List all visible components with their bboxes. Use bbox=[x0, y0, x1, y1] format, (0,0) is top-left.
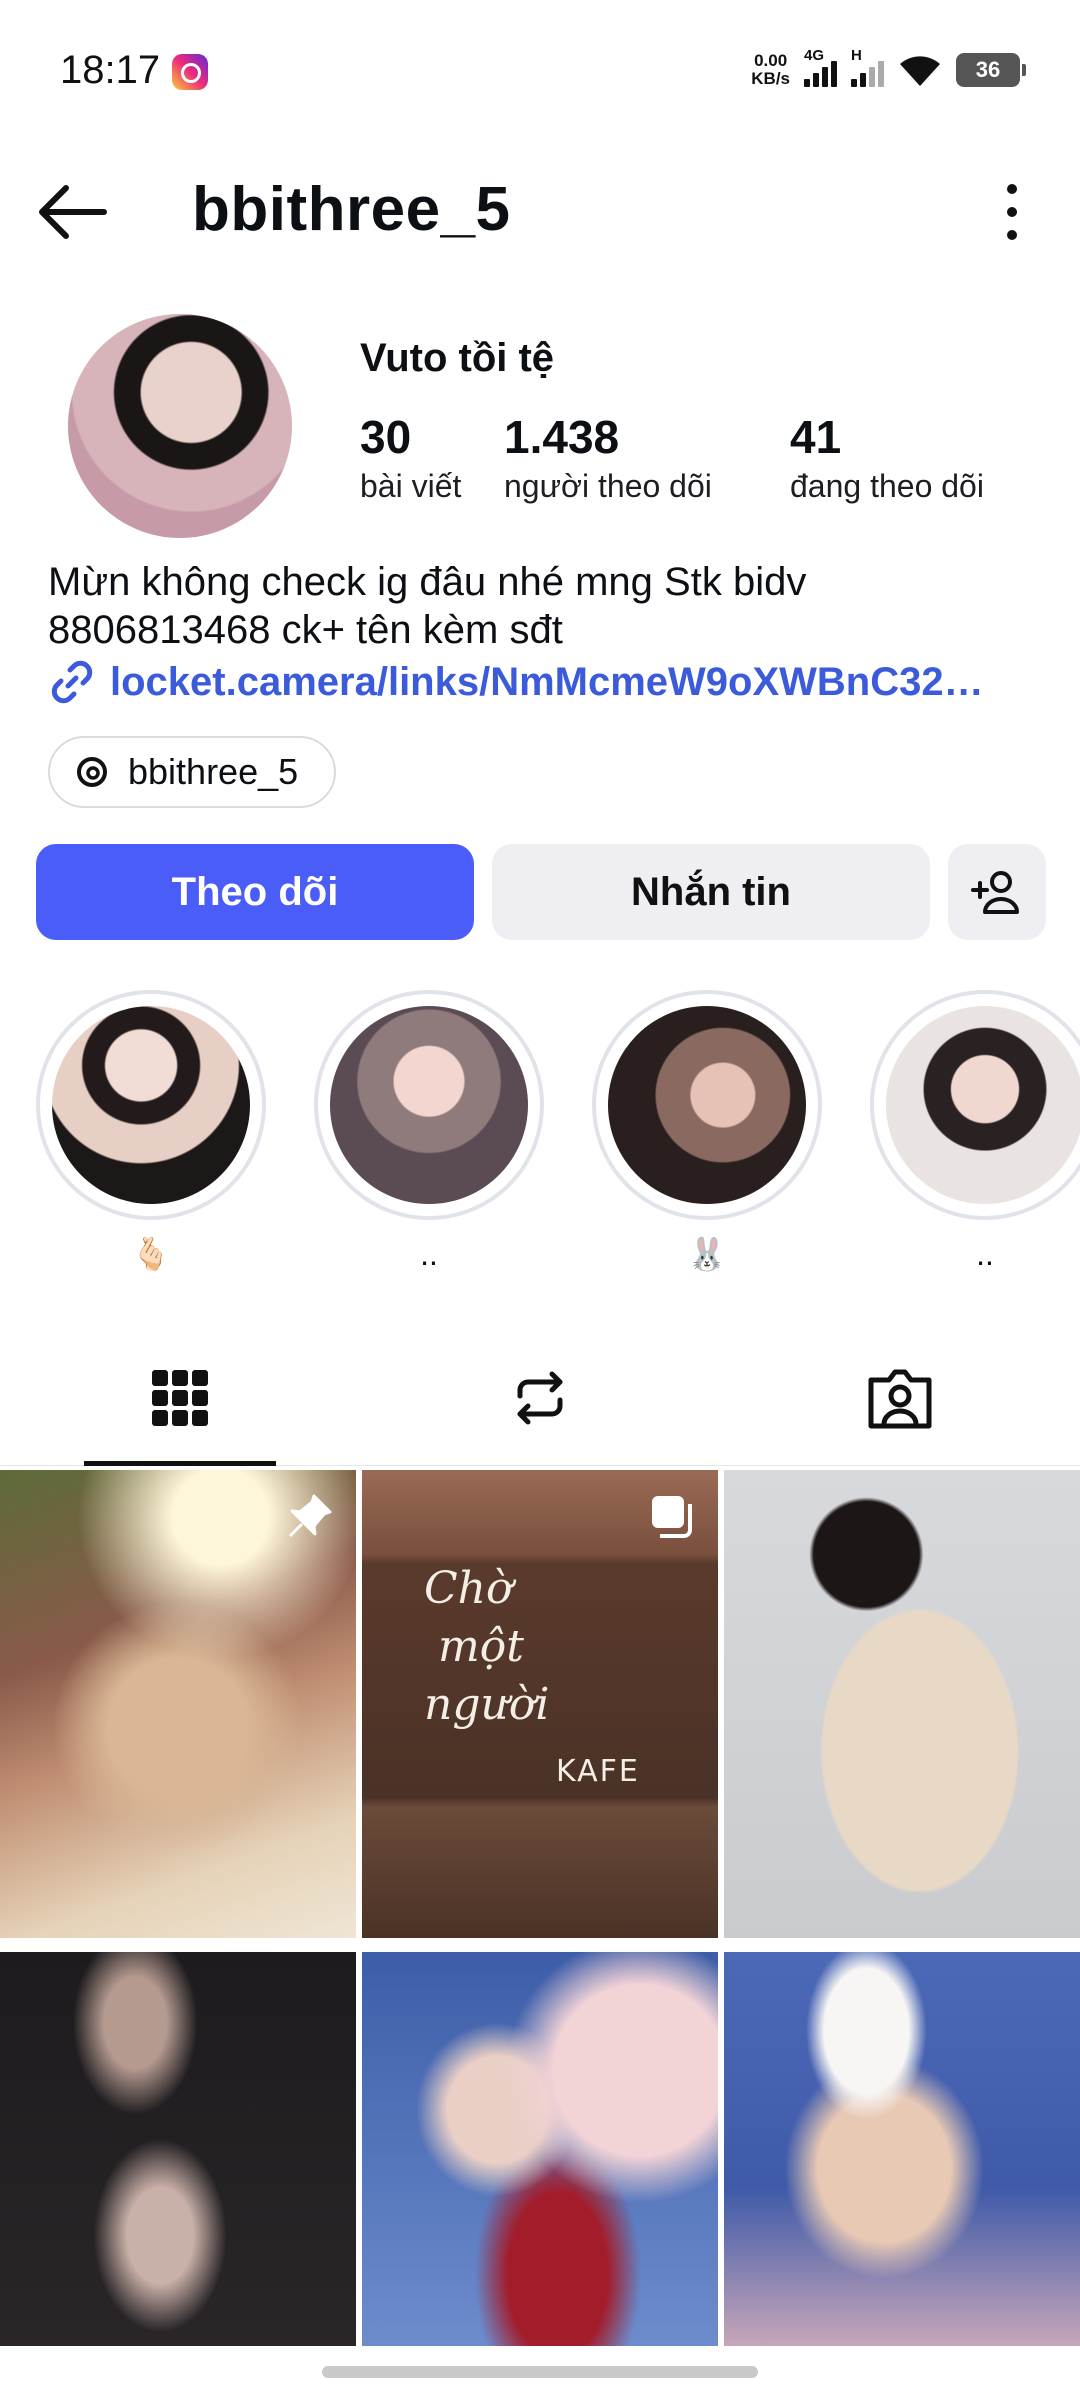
signal-type-label: 4G bbox=[804, 47, 825, 64]
cafe-sign-art: Chờ một người bbox=[424, 1563, 550, 1730]
highlight-cover bbox=[886, 1006, 1080, 1204]
grid-icon bbox=[152, 1370, 208, 1426]
stat-followers[interactable]: 1.438 người theo dõi bbox=[504, 410, 712, 505]
highlight-item[interactable]: .. bbox=[870, 990, 1080, 1274]
story-highlights: 🫰🏻 .. 🐰 .. bbox=[0, 990, 1080, 1280]
wifi-icon bbox=[900, 56, 940, 86]
more-dot-icon bbox=[1007, 230, 1017, 240]
home-indicator[interactable] bbox=[322, 2366, 758, 2378]
profile-tabs bbox=[0, 1330, 1080, 1466]
stat-following[interactable]: 41 đang theo dõi bbox=[790, 410, 984, 505]
post-thumbnail[interactable] bbox=[362, 1952, 718, 2346]
tab-posts[interactable] bbox=[0, 1330, 360, 1466]
highlight-ring bbox=[592, 990, 822, 1220]
instagram-notification-icon bbox=[172, 54, 208, 90]
back-button[interactable] bbox=[36, 182, 108, 242]
highlight-cover bbox=[330, 1006, 528, 1204]
stat-following-value: 41 bbox=[790, 411, 842, 463]
cafe-sign-art-sub: KAFE bbox=[556, 1754, 640, 1789]
highlight-cover bbox=[52, 1006, 250, 1204]
carousel-icon bbox=[652, 1496, 692, 1538]
suggested-users-button[interactable] bbox=[948, 844, 1046, 940]
cellular-signal-2-icon: H bbox=[851, 47, 884, 87]
stat-following-label: đang theo dõi bbox=[790, 468, 984, 504]
link-icon bbox=[51, 660, 93, 704]
avatar[interactable] bbox=[68, 314, 292, 538]
stat-followers-value: 1.438 bbox=[504, 411, 620, 463]
bio-line: 8806813468 ck+ tên kèm sđt bbox=[48, 608, 563, 652]
profile-stats: 30 bài viết 1.438 người theo dõi 41 đang… bbox=[360, 410, 1050, 520]
bio: Mừn không check ig đâu nhé mng Stk bidv … bbox=[48, 558, 1048, 654]
highlight-item[interactable]: 🐰 bbox=[592, 990, 822, 1274]
highlight-item[interactable]: 🫰🏻 bbox=[36, 990, 266, 1274]
stat-posts[interactable]: 30 bài viết bbox=[360, 410, 461, 505]
highlight-label: 🐰 bbox=[687, 1236, 727, 1272]
tagged-icon bbox=[868, 1369, 932, 1429]
threads-profile-chip[interactable]: bbithree_5 bbox=[48, 736, 337, 808]
highlight-label: 🫰🏻 bbox=[131, 1236, 171, 1272]
highlight-label: .. bbox=[976, 1236, 994, 1272]
profile-header: bbithree_5 bbox=[0, 160, 1080, 260]
bio-link-text[interactable]: locket.camera/links/NmMcmeW9oXWBnC32… bbox=[110, 660, 984, 705]
highlight-item[interactable]: .. bbox=[314, 990, 544, 1274]
network-speed: 0.00 KB/s bbox=[751, 52, 790, 88]
network-speed-unit: KB/s bbox=[751, 69, 790, 88]
status-indicators: 0.00 KB/s 4G H 36 bbox=[751, 47, 1026, 90]
active-tab-indicator bbox=[84, 1461, 276, 1466]
network-speed-value: 0.00 bbox=[754, 51, 788, 70]
repost-icon bbox=[517, 1371, 563, 1425]
tab-tagged[interactable] bbox=[720, 1330, 1080, 1466]
more-dot-icon bbox=[1007, 207, 1017, 217]
post-thumbnail[interactable] bbox=[724, 1470, 1080, 1938]
stat-posts-label: bài viết bbox=[360, 468, 462, 504]
highlight-ring bbox=[870, 990, 1080, 1220]
posts-grid: Chờ một người KAFE bbox=[0, 1470, 1080, 2346]
follow-button[interactable]: Theo dõi bbox=[36, 844, 474, 940]
post-thumbnail[interactable] bbox=[0, 1952, 356, 2346]
page-title: bbithree_5 bbox=[192, 175, 511, 244]
message-button[interactable]: Nhắn tin bbox=[492, 844, 930, 940]
highlight-ring bbox=[36, 990, 266, 1220]
highlight-cover bbox=[608, 1006, 806, 1204]
bio-link[interactable]: locket.camera/links/NmMcmeW9oXWBnC32… bbox=[48, 658, 1038, 706]
add-user-icon bbox=[971, 871, 1019, 914]
highlight-label: .. bbox=[420, 1236, 438, 1272]
cellular-signal-icon: 4G bbox=[804, 47, 837, 87]
threads-icon bbox=[77, 757, 107, 787]
stat-posts-value: 30 bbox=[360, 411, 412, 463]
status-bar: 18:17 0.00 KB/s 4G H 36 bbox=[0, 0, 1080, 140]
battery-level: 36 bbox=[975, 57, 1001, 82]
post-thumbnail[interactable] bbox=[0, 1470, 356, 1938]
profile-actions: Theo dõi Nhắn tin bbox=[36, 844, 1046, 940]
signal-2-type-label: H bbox=[851, 47, 862, 64]
bio-line: Mừn không check ig đâu nhé mng Stk bidv bbox=[48, 560, 807, 604]
post-thumbnail[interactable] bbox=[724, 1952, 1080, 2346]
arrow-left-icon bbox=[39, 185, 107, 239]
stat-followers-label: người theo dõi bbox=[504, 468, 712, 504]
more-options-button[interactable] bbox=[992, 184, 1032, 240]
pin-icon bbox=[288, 1494, 332, 1538]
display-name: Vuto tồi tệ bbox=[360, 336, 555, 380]
status-time: 18:17 bbox=[60, 48, 161, 92]
threads-handle: bbithree_5 bbox=[128, 751, 299, 792]
highlight-ring bbox=[314, 990, 544, 1220]
post-thumbnail[interactable]: Chờ một người KAFE bbox=[362, 1470, 718, 1938]
battery-icon: 36 bbox=[956, 53, 1026, 87]
more-dot-icon bbox=[1007, 184, 1017, 194]
tab-reposts[interactable] bbox=[360, 1330, 720, 1466]
